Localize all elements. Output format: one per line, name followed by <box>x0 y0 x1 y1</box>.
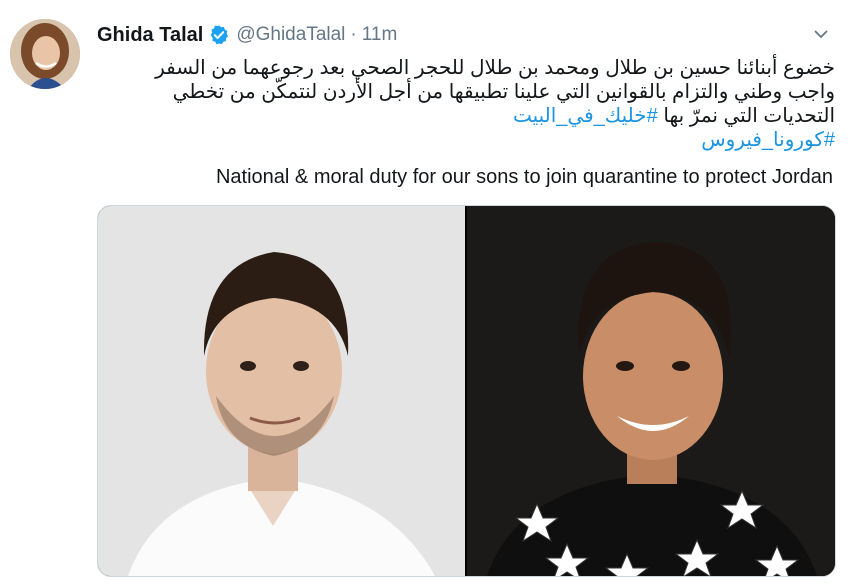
timestamp[interactable]: 11m <box>362 24 398 46</box>
hashtag-link[interactable]: #خليك_في_البيت <box>513 105 658 127</box>
header-separator: · <box>350 24 357 45</box>
tweet-header: Ghida Talal @GhidaTalal · 11m <box>97 22 397 48</box>
author-handle[interactable]: @GhidaTalal <box>236 24 345 46</box>
author-name[interactable]: Ghida Talal <box>97 24 203 47</box>
tweet-text-line: #كورونا_فيروس <box>97 128 835 152</box>
avatar[interactable] <box>10 19 80 89</box>
tweet-card[interactable]: Ghida Talal @GhidaTalal · 11m خضوع أبنائ… <box>0 0 850 588</box>
photo-right[interactable] <box>467 206 835 576</box>
tweet-text-line: واجب وطني والتزام بالقوانين التي علينا ت… <box>172 81 835 103</box>
photo-left[interactable] <box>98 206 465 576</box>
chevron-down-icon[interactable] <box>809 22 833 46</box>
tweet-text-line: التحديات التي نمرّ بها #خليك_في_البيت <box>97 104 835 128</box>
media-grid[interactable] <box>97 205 836 577</box>
tweet-text-segment: التحديات التي نمرّ بها <box>663 105 835 127</box>
tweet-text-arabic: خضوع أبنائنا حسين بن طلال ومحمد بن طلال … <box>97 56 835 152</box>
verified-badge-icon <box>208 24 230 46</box>
tweet-text-line: خضوع أبنائنا حسين بن طلال ومحمد بن طلال … <box>155 57 835 79</box>
hashtag-link[interactable]: #كورونا_فيروس <box>701 129 835 151</box>
tweet-text-english: National & moral duty for our sons to jo… <box>215 166 833 188</box>
